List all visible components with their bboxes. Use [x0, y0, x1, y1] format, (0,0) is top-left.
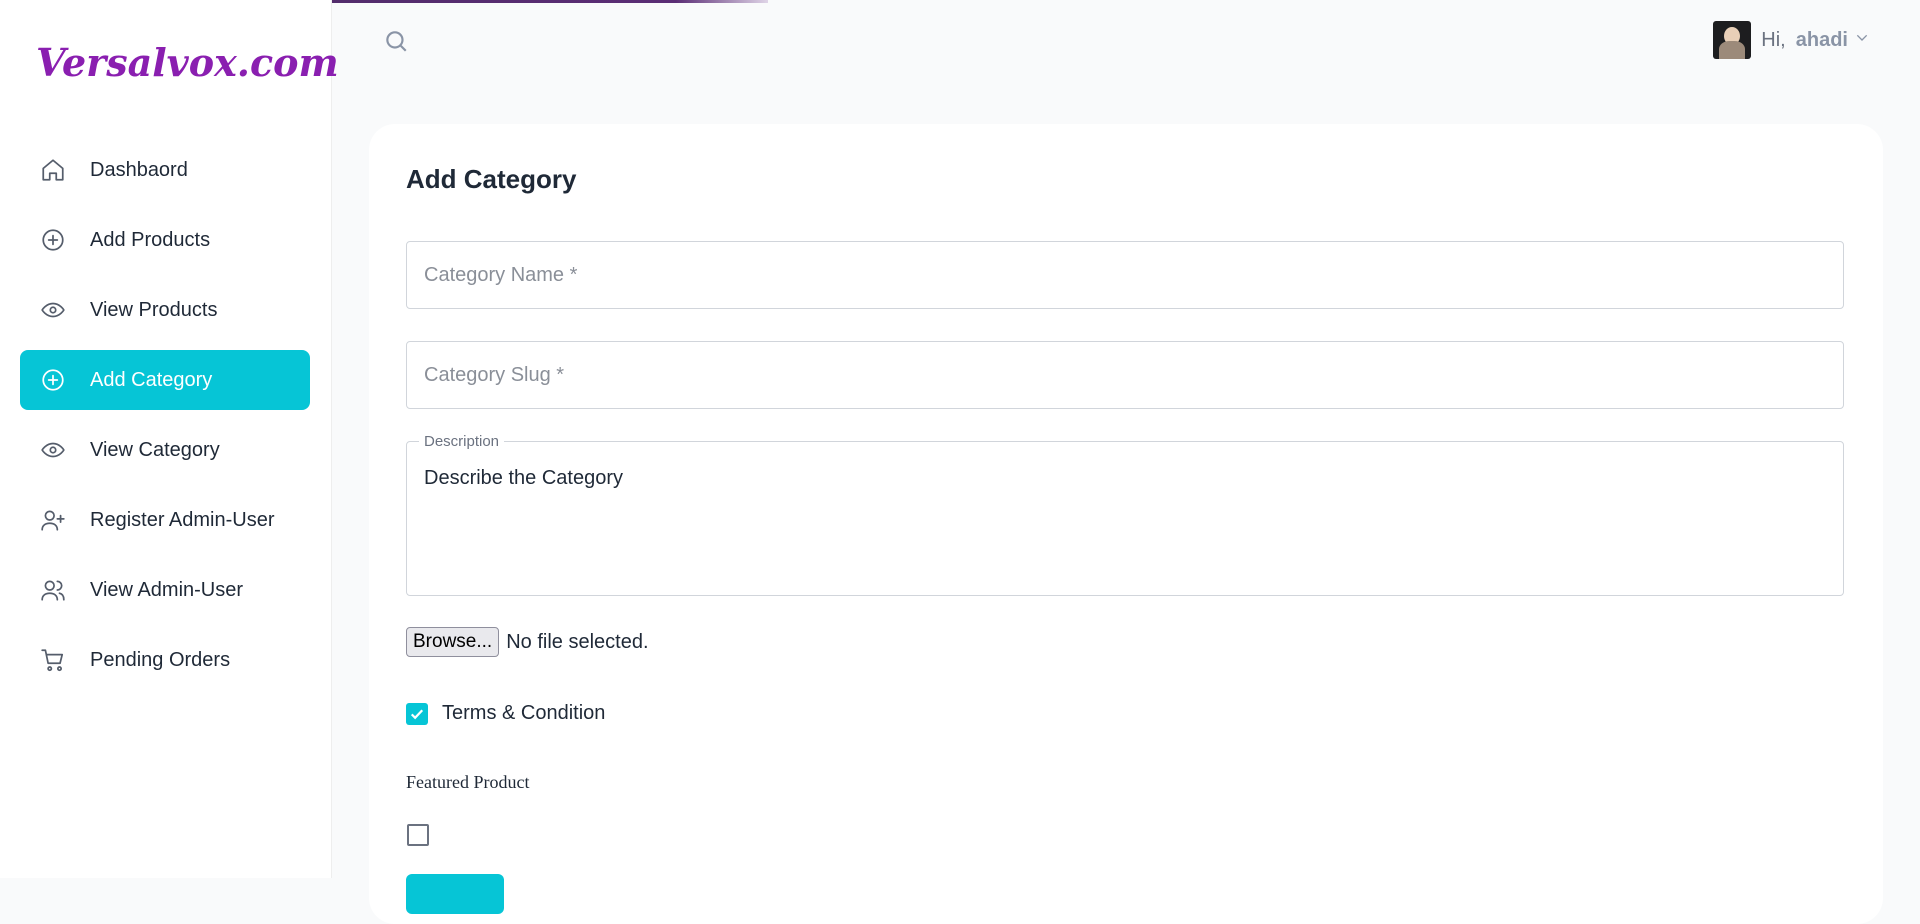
description-label: Description	[419, 433, 505, 450]
home-icon	[38, 155, 68, 185]
sidebar-item-dashboard[interactable]: Dashbaord	[20, 140, 310, 200]
terms-label: Terms & Condition	[442, 702, 606, 724]
users-icon	[38, 575, 68, 605]
sidebar-item-label: Pending Orders	[90, 648, 231, 671]
plus-circle-icon	[38, 225, 68, 255]
sidebar-item-label: Register Admin-User	[90, 508, 275, 531]
eye-icon	[38, 295, 68, 325]
description-textarea[interactable]: Description Describe the Category	[406, 433, 1844, 596]
category-name-field[interactable]	[406, 241, 1844, 309]
sidebar-item-add-products[interactable]: Add Products	[20, 210, 310, 270]
sidebar-nav: Dashbaord Add Products View Products Add…	[20, 140, 310, 700]
featured-product-label: Featured Product	[406, 772, 530, 792]
chevron-down-icon[interactable]	[1854, 30, 1870, 51]
page-title: Add Category	[406, 164, 577, 194]
file-upload: Browse... No file selected.	[406, 627, 649, 657]
plus-circle-icon	[38, 365, 68, 395]
eye-icon	[38, 435, 68, 465]
terms-checkbox[interactable]	[406, 702, 428, 725]
sidebar: Versalvox.com Dashbaord Add Products Vie…	[0, 0, 339, 878]
sidebar-item-add-category[interactable]: Add Category	[20, 350, 310, 410]
sidebar-item-view-category[interactable]: View Category	[20, 420, 310, 480]
sidebar-item-label: View Products	[90, 298, 218, 321]
sidebar-item-view-products[interactable]: View Products	[20, 280, 310, 340]
browse-button[interactable]: Browse...	[406, 627, 500, 657]
category-slug-input[interactable]	[407, 342, 1843, 408]
sidebar-item-view-admin-user[interactable]: View Admin-User	[20, 560, 310, 620]
description-value: Describe the Category	[424, 467, 623, 489]
category-name-input[interactable]	[407, 242, 1843, 308]
username: ahadi	[1795, 28, 1848, 51]
greeting: Hi,	[1761, 28, 1786, 51]
check-icon	[410, 708, 424, 719]
sidebar-item-label: View Category	[90, 438, 220, 461]
submit-button[interactable]	[406, 874, 504, 914]
sidebar-item-register-admin-user[interactable]: Register Admin-User	[20, 490, 310, 550]
avatar[interactable]	[1713, 21, 1752, 59]
file-status: No file selected.	[506, 630, 649, 653]
search-icon[interactable]	[383, 28, 411, 56]
brand-logo[interactable]: Versalvox.com	[36, 40, 339, 85]
category-slug-field[interactable]	[406, 341, 1844, 409]
sidebar-item-label: View Admin-User	[90, 578, 244, 601]
user-plus-icon	[38, 505, 68, 535]
add-category-card: Add Category Description Describe the Ca…	[369, 124, 1883, 924]
sidebar-item-label: Dashbaord	[90, 158, 188, 181]
sidebar-item-label: Add Category	[90, 368, 213, 391]
cart-icon	[38, 645, 68, 675]
featured-product-checkbox[interactable]	[407, 824, 429, 846]
terms-checkbox-row: Terms & Condition	[406, 702, 605, 725]
sidebar-item-pending-orders[interactable]: Pending Orders	[20, 630, 310, 690]
user-menu[interactable]: Hi, ahadi	[1713, 21, 1870, 59]
sidebar-item-label: Add Products	[90, 228, 211, 251]
